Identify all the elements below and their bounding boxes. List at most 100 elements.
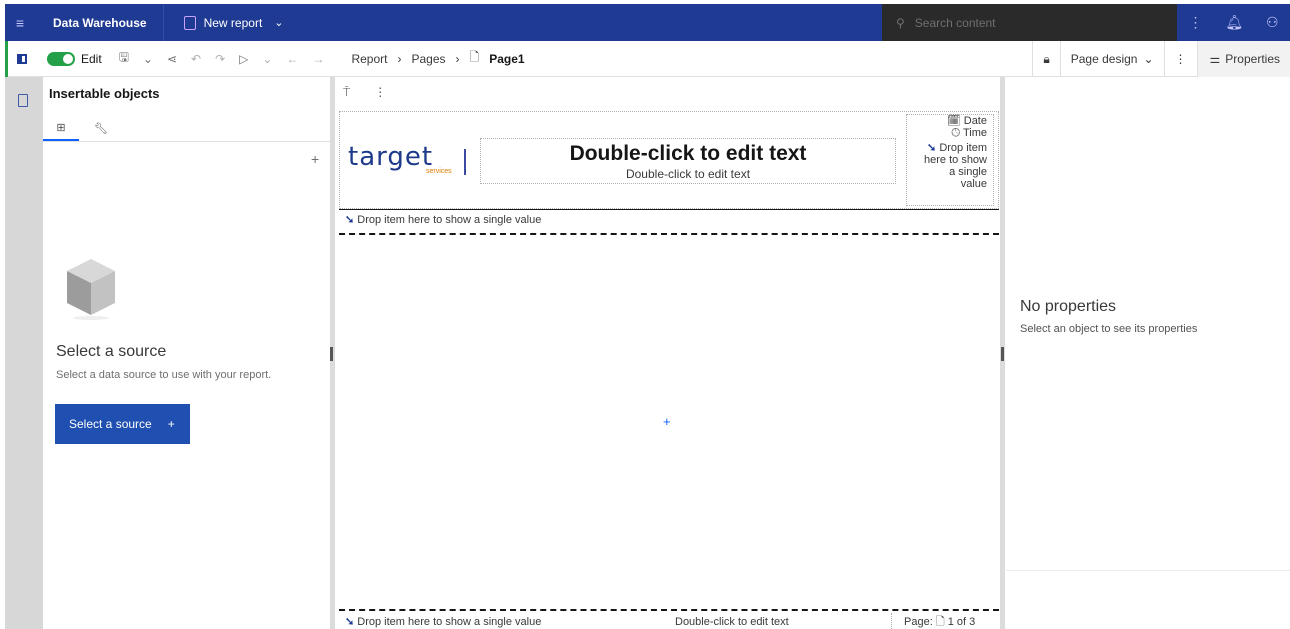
add-source-plus-icon[interactable]: + — [311, 151, 319, 167]
breadcrumb: Report › Pages › 🗋︎ Page1 — [351, 48, 524, 69]
breadcrumb-separator-icon: › — [455, 51, 460, 66]
overflow-menu-icon[interactable]: ⋮ — [1188, 14, 1202, 31]
search-input[interactable]: ⚲ Search content — [882, 4, 1177, 41]
edit-toggle[interactable] — [47, 51, 75, 66]
notification-bell-icon[interactable]: 🔔︎ — [1225, 14, 1243, 31]
right-splitter-grip[interactable] — [1001, 347, 1004, 361]
search-placeholder: Search content — [914, 15, 996, 30]
toolbar-overflow-icon[interactable]: ⋮ — [1163, 41, 1197, 77]
edit-label: Edit — [81, 51, 102, 66]
page-number-label: Page: — [904, 616, 933, 628]
date-time-block[interactable]: 🗓︎ Date 🕓︎ Time ➘ Drop item here to show… — [906, 114, 994, 206]
select-source-description: Select a data source to use with your re… — [56, 369, 272, 381]
tab-toolbox-icon[interactable]: 🔧︎ — [83, 115, 119, 141]
chevron-down-icon: ⌄ — [1143, 52, 1154, 66]
tab-data-items-icon[interactable]: ⊞ — [43, 115, 79, 141]
target-logo-subtext: services — [426, 168, 452, 175]
page-number-value: 1 of 3 — [947, 616, 976, 628]
properties-button[interactable]: ⚌ Properties — [1196, 41, 1290, 77]
footer-drop-zone[interactable]: ➘ Drop item here to show a single value — [345, 615, 541, 628]
page-document-icon: 🗋︎ — [469, 50, 480, 64]
breadcrumb-separator-icon: › — [397, 51, 402, 66]
forward-arrow-icon[interactable]: → — [305, 52, 331, 66]
left-rail — [5, 77, 43, 629]
properties-panel: No properties Select an object to see it… — [1006, 77, 1290, 629]
panel-title: Insertable objects — [49, 86, 160, 101]
breadcrumb-pages[interactable]: Pages — [412, 52, 446, 66]
time-field[interactable]: 🕓︎ Time — [907, 127, 987, 139]
report-canvas[interactable]: ⍑ ⋮ target services Double-click to edit… — [335, 77, 1000, 629]
save-icon[interactable]: 🖫︎ — [112, 48, 136, 69]
breadcrumb-report[interactable]: Report — [351, 52, 387, 66]
no-properties-heading: No properties — [1020, 298, 1117, 315]
calendar-icon: 🗓︎ — [946, 115, 961, 127]
tab-divider — [43, 141, 330, 142]
header-divider — [339, 209, 999, 210]
run-options-chevron-icon[interactable]: ⌄ — [255, 52, 279, 66]
lock-icon[interactable]: 🔒︎ — [1032, 41, 1059, 77]
undo-icon[interactable]: ↶ — [184, 52, 208, 66]
properties-label: Properties — [1225, 52, 1280, 66]
left-splitter-grip[interactable] — [330, 347, 333, 361]
page-design-dropdown[interactable]: Page design ⌄ — [1059, 41, 1164, 77]
drop-zone-single-value[interactable]: ➘ Drop item here to show a single value — [345, 213, 541, 226]
side-panel-toggle-icon[interactable] — [5, 40, 35, 77]
drop-item-small-0: ➘ Drop item — [927, 142, 987, 154]
page-design-label: Page design — [1070, 52, 1138, 66]
share-icon[interactable]: ⋖ — [160, 52, 184, 66]
hamburger-menu-icon[interactable]: ≡ — [5, 4, 35, 41]
back-arrow-icon[interactable]: ← — [279, 52, 305, 66]
drop-arrow-icon: ➘ — [345, 214, 355, 226]
page-icon: 🗋︎ — [935, 616, 945, 628]
report-clipboard-icon — [183, 15, 196, 30]
drop-item-small-2: a single — [949, 166, 987, 178]
save-options-chevron-icon[interactable]: ⌄ — [136, 52, 160, 66]
select-source-heading: Select a source — [56, 343, 167, 360]
target-logo[interactable]: target — [348, 142, 433, 172]
page-footer[interactable]: ➘ Drop item here to show a single value … — [339, 613, 999, 629]
clock-icon: 🕓︎ — [951, 127, 961, 139]
drop-item-small-3: value — [960, 178, 987, 190]
properties-divider — [1006, 570, 1290, 571]
insertable-objects-panel: Insertable objects ⊞ 🔧︎ + Select a sourc… — [43, 77, 330, 629]
canvas-overflow-icon[interactable]: ⋮ — [374, 85, 386, 100]
data-source-cube-icon — [67, 259, 115, 320]
plus-icon: + — [167, 417, 175, 431]
report-title-text[interactable]: Double-click to edit text — [481, 142, 895, 166]
redo-icon[interactable]: ↷ — [208, 52, 232, 66]
header-boundary — [339, 233, 999, 235]
page-number[interactable]: Page: 🗋︎ 1 of 3 — [891, 613, 975, 629]
layout-table-icon[interactable]: ⍑ — [343, 85, 350, 100]
drop-zone-label: Drop item here to show a single value — [357, 214, 542, 226]
logo-bar — [464, 149, 466, 175]
report-switcher[interactable]: New report ⌄ — [164, 15, 284, 30]
footer-edit-text[interactable]: Double-click to edit text — [675, 616, 789, 628]
drop-item-small-1: here to show — [924, 154, 987, 166]
report-title-block[interactable]: Double-click to edit text Double-click t… — [480, 138, 896, 184]
footer-boundary — [339, 609, 999, 611]
add-content-plus-icon[interactable]: + — [663, 414, 671, 429]
select-source-button[interactable]: Select a source + — [55, 404, 190, 444]
run-report-icon[interactable]: ▷ — [232, 52, 255, 66]
user-profile-icon[interactable]: ⚇ — [1266, 14, 1279, 31]
report-toolbar: Edit 🖫︎ ⌄ ⋖ ↶ ↷ ▷ ⌄ ← → Report › Pages ›… — [5, 40, 1290, 77]
search-icon: ⚲ — [896, 15, 905, 30]
drop-arrow-icon: ➘ — [345, 616, 355, 628]
app-name[interactable]: Data Warehouse — [35, 4, 164, 41]
report-subtitle-text[interactable]: Double-click to edit text — [481, 167, 895, 181]
breadcrumb-page1[interactable]: Page1 — [489, 52, 524, 66]
report-name: New report — [203, 15, 263, 30]
chevron-down-icon: ⌄ — [274, 17, 284, 29]
no-properties-description: Select an object to see its properties — [1020, 323, 1198, 335]
toolbar-right: 🔒︎ Page design ⌄ ⋮ ⚌ Properties — [1032, 41, 1290, 77]
insertable-objects-rail-icon[interactable] — [18, 94, 28, 107]
select-source-button-label: Select a source — [69, 417, 152, 431]
top-bar: ≡ Data Warehouse New report ⌄ ⚲ Search c… — [5, 4, 1290, 41]
canvas-toolbar: ⍑ ⋮ — [343, 85, 386, 100]
date-field[interactable]: 🗓︎ Date — [907, 115, 987, 127]
drop-arrow-icon: ➘ — [927, 142, 937, 154]
footer-drop-label: Drop item here to show a single value — [357, 616, 542, 628]
page-header[interactable]: target services Double-click to edit tex… — [339, 111, 999, 209]
topbar-actions: ⋮ 🔔︎ ⚇ — [1177, 4, 1290, 41]
properties-sliders-icon: ⚌ — [1209, 52, 1221, 66]
